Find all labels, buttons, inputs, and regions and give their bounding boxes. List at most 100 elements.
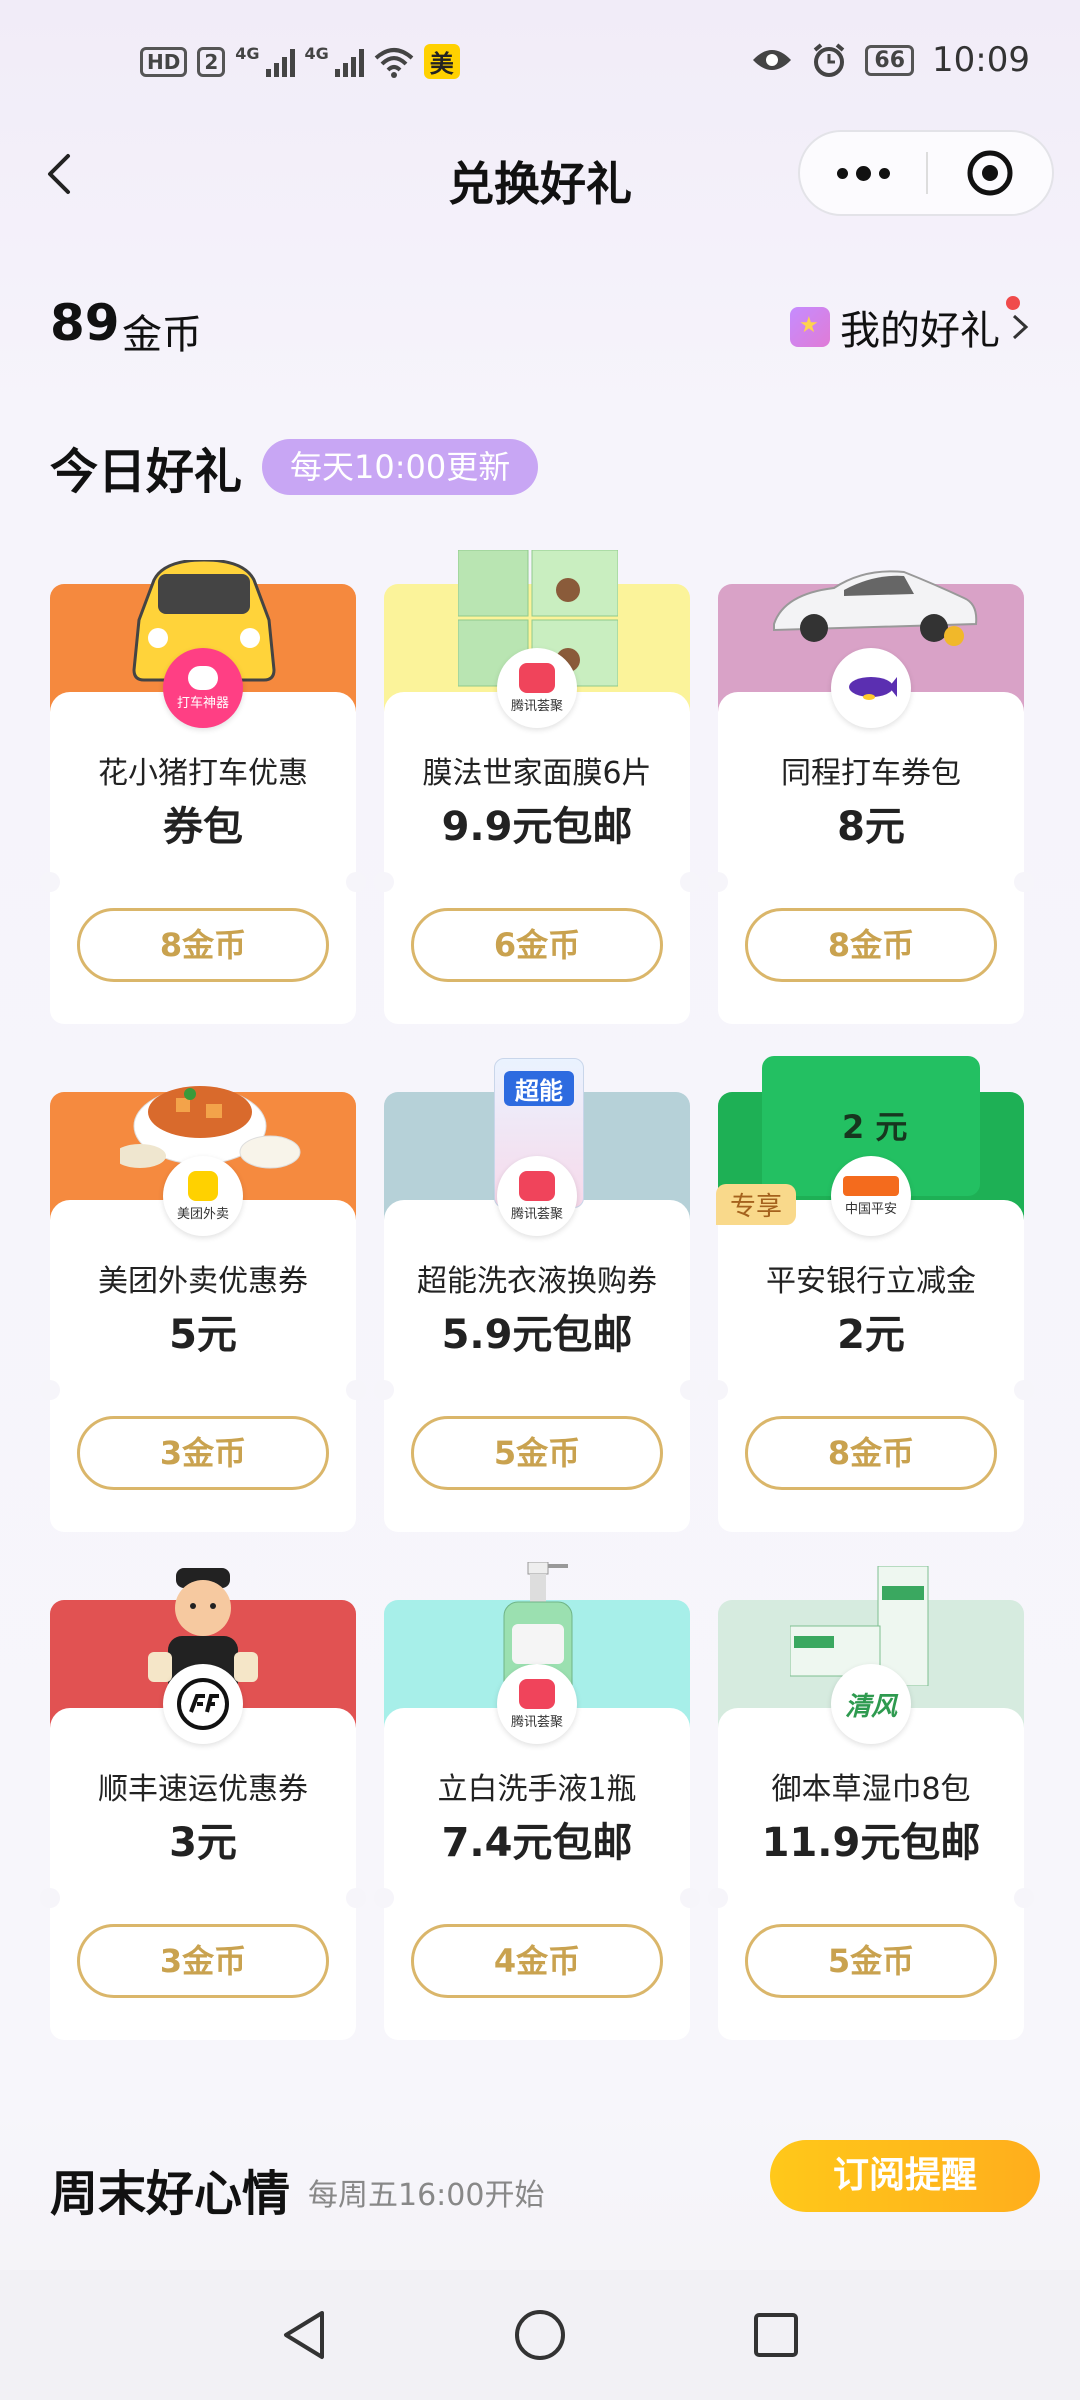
brand-logo: 打车神器 xyxy=(163,648,243,728)
gift-price: 7.4元包邮 xyxy=(441,1820,633,1866)
system-navigation-bar xyxy=(0,2270,1080,2400)
coin-balance-row: 89 金币 我的好礼 xyxy=(50,290,1030,360)
sf-logo xyxy=(163,1664,243,1744)
notification-dot xyxy=(1006,296,1020,310)
brand-logo: 腾讯荟聚 xyxy=(497,1156,577,1236)
mini-program-capsule xyxy=(798,130,1054,216)
redeem-button[interactable]: 8金币 xyxy=(77,908,329,982)
gift-card[interactable]: 同程打车券包 8元 8金币 xyxy=(708,570,1034,1024)
system-back-button[interactable] xyxy=(276,2307,332,2363)
signal-icon xyxy=(265,47,295,77)
redeem-button[interactable]: 8金币 xyxy=(745,1416,997,1490)
card-body: 花小猪打车优惠 券包 8金币 xyxy=(40,692,366,1024)
signal-icon xyxy=(334,47,364,77)
product-label: 超能 xyxy=(504,1071,574,1106)
system-recents-button[interactable] xyxy=(748,2307,804,2363)
hd-indicator: HD xyxy=(140,46,188,77)
redeem-button[interactable]: 6金币 xyxy=(411,908,663,982)
gift-name: 同程打车券包 xyxy=(781,756,961,791)
coin-unit-label: 金币 xyxy=(122,312,202,358)
white-car-image xyxy=(773,570,978,646)
gift-name: 顺丰速运优惠券 xyxy=(98,1772,308,1807)
target-icon xyxy=(967,150,1013,196)
weekend-section-header: 周末好心情 每周五16:00开始 订阅提醒 xyxy=(50,2140,1040,2230)
gift-price: 2元 xyxy=(837,1312,905,1358)
card-body: 平安银行立减金 2元 8金币 xyxy=(708,1200,1034,1532)
network-type-1: 4G xyxy=(235,44,260,63)
chevron-right-icon xyxy=(1012,314,1029,340)
network-type-2: 4G xyxy=(304,44,329,63)
gift-price: 5.9元包邮 xyxy=(441,1312,633,1358)
eye-icon xyxy=(753,50,792,70)
gift-price: 8元 xyxy=(837,804,905,850)
gift-price: 11.9元包邮 xyxy=(761,1820,981,1866)
gift-name: 御本草湿巾8包 xyxy=(771,1772,971,1807)
card-body: 超能洗衣液换购券 5.9元包邮 5金币 xyxy=(374,1200,700,1532)
gift-price: 9.9元包邮 xyxy=(441,804,633,850)
brand-logo: 美团外卖 xyxy=(163,1156,243,1236)
section-subtitle: 每周五16:00开始 xyxy=(308,2178,545,2213)
sim-indicator: 2 xyxy=(197,46,226,77)
blimp-icon xyxy=(849,677,897,700)
triangle-back-icon xyxy=(284,2311,324,2359)
coin-balance: 89 xyxy=(50,294,120,352)
update-time-badge: 每天10:00更新 xyxy=(262,439,539,495)
gift-name: 膜法世家面膜6片 xyxy=(422,756,652,791)
redeem-button[interactable]: 5金币 xyxy=(411,1416,663,1490)
system-home-button[interactable] xyxy=(512,2307,568,2363)
clock: 10:09 xyxy=(932,40,1030,80)
gift-card[interactable]: 腾讯荟聚 膜法世家面膜6片 9.9元包邮 6金币 xyxy=(374,550,700,1024)
gift-price: 3元 xyxy=(169,1820,237,1866)
redeem-button[interactable]: 3金币 xyxy=(77,1416,329,1490)
my-gifts-link[interactable]: 我的好礼 xyxy=(790,296,1030,356)
brand-logo-text: 清风 xyxy=(844,1691,897,1722)
today-gifts-header: 今日好礼 每天10:00更新 xyxy=(50,432,539,502)
gift-name: 超能洗衣液换购券 xyxy=(417,1264,657,1299)
packet-amount: 2 元 xyxy=(842,1108,908,1146)
alarm-icon xyxy=(814,43,845,77)
brand-logo: 腾讯荟聚 xyxy=(497,1664,577,1744)
redeem-button[interactable]: 5金币 xyxy=(745,1924,997,1998)
gift-card[interactable]: 打车神器 花小猪打车优惠 券包 8金币 xyxy=(40,560,366,1024)
gift-name: 美团外卖优惠券 xyxy=(98,1264,308,1299)
more-options-button[interactable] xyxy=(800,132,926,214)
circle-home-icon xyxy=(515,2310,565,2360)
gift-card[interactable]: 2 元 中国平安 专享 平安银行立减金 2元 8金币 xyxy=(708,1056,1034,1532)
gift-card[interactable]: 顺丰速运优惠券 3元 3金币 xyxy=(40,1568,366,2040)
gift-card[interactable]: 美团外卖 美团外卖优惠券 5元 3金币 xyxy=(40,1086,366,1532)
redeem-button[interactable]: 4金币 xyxy=(411,1924,663,1998)
brand-logo: 腾讯荟聚 xyxy=(497,648,577,728)
my-gifts-label: 我的好礼 xyxy=(840,308,1000,354)
card-body: 御本草湿巾8包 11.9元包邮 5金币 xyxy=(708,1708,1034,2040)
close-mini-program-button[interactable] xyxy=(928,132,1052,214)
meituan-notification-icon: 美 xyxy=(423,44,460,79)
card-body: 膜法世家面膜6片 9.9元包邮 6金币 xyxy=(374,692,700,1024)
gift-card[interactable]: 超能 腾讯荟聚 超能洗衣液换购券 5.9元包邮 5金币 xyxy=(374,1058,700,1532)
gift-name: 平安银行立减金 xyxy=(766,1264,976,1299)
status-bar: HD 2 4G 4G 美 66 10:09 xyxy=(0,0,1080,130)
sf-express-icon xyxy=(177,1678,229,1730)
redeem-button[interactable]: 8金币 xyxy=(745,908,997,982)
gift-price: 5元 xyxy=(169,1312,237,1358)
gift-card[interactable]: 腾讯荟聚 立白洗手液1瓶 7.4元包邮 4金币 xyxy=(374,1562,700,2040)
gift-calendar-icon xyxy=(790,307,830,347)
card-body: 美团外卖优惠券 5元 3金币 xyxy=(40,1200,366,1532)
brand-logo xyxy=(831,648,911,728)
card-body: 立白洗手液1瓶 7.4元包邮 4金币 xyxy=(374,1708,700,2040)
brand-logo: 中国平安 xyxy=(831,1156,911,1236)
subscribe-reminder-button[interactable]: 订阅提醒 xyxy=(770,2140,1040,2212)
exclusive-tag: 专享 xyxy=(716,1184,797,1225)
section-title: 今日好礼 xyxy=(50,444,243,500)
gift-card[interactable]: 清风 御本草湿巾8包 11.9元包邮 5金币 xyxy=(708,1566,1034,2040)
gift-name: 立白洗手液1瓶 xyxy=(437,1772,637,1807)
card-body: 同程打车券包 8元 8金币 xyxy=(708,692,1034,1024)
section-title: 周末好心情 xyxy=(50,2166,291,2222)
square-recents-icon xyxy=(754,2313,798,2357)
wifi-icon xyxy=(374,47,414,78)
brand-logo: 清风 xyxy=(831,1664,911,1744)
nav-bar: 兑换好礼 xyxy=(0,130,1080,220)
battery-indicator: 66 xyxy=(865,44,915,76)
gift-price: 券包 xyxy=(163,804,243,850)
card-body: 顺丰速运优惠券 3元 3金币 xyxy=(40,1708,366,2040)
redeem-button[interactable]: 3金币 xyxy=(77,1924,329,1998)
